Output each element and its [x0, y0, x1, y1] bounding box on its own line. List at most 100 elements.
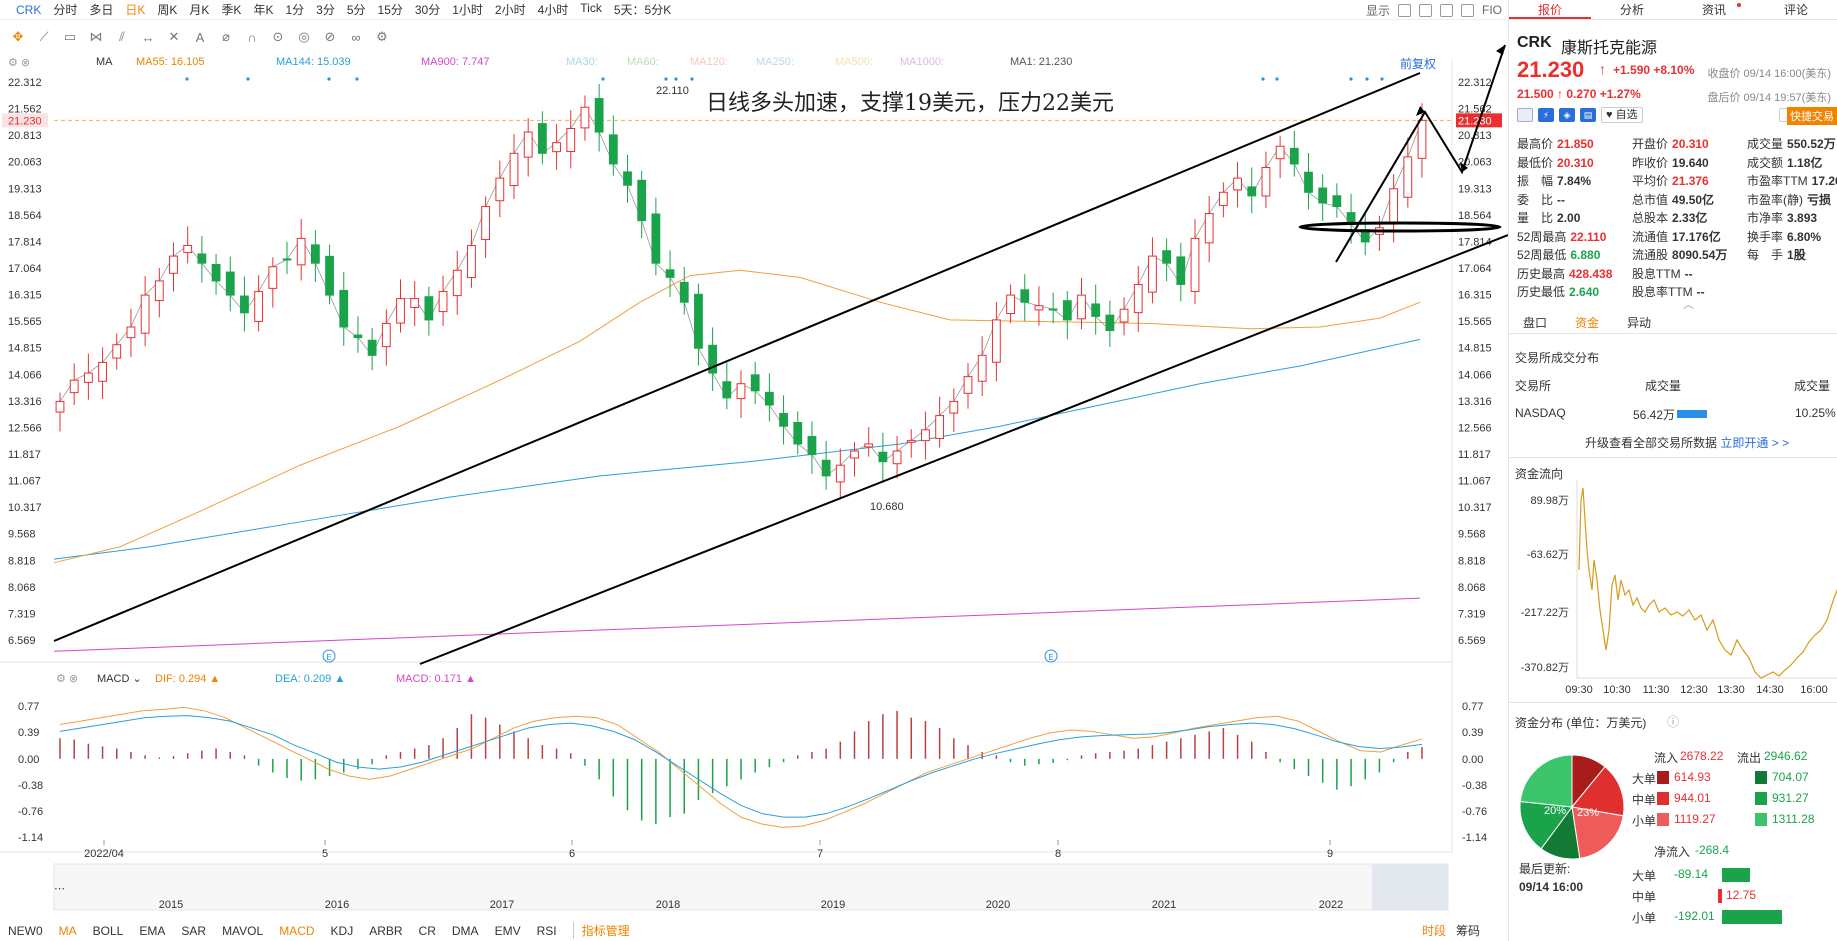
event-dot	[246, 77, 250, 81]
macd-axis-label: 0.77	[18, 701, 39, 713]
measure-tool-icon[interactable]: ✕	[166, 29, 182, 45]
stat-value: --	[1696, 285, 1705, 299]
candle-body	[537, 123, 547, 154]
indicator-tab[interactable]: MACD	[279, 924, 314, 938]
camera-icon[interactable]	[1440, 3, 1453, 17]
lightning-icon[interactable]: ⚡	[1538, 108, 1554, 122]
period-item[interactable]: 5天：5分K	[614, 1, 671, 18]
rect-tool-icon[interactable]: ▭	[62, 29, 78, 45]
price-axis-label: 11.067	[8, 476, 41, 488]
stat-cell: 委 比 --	[1517, 191, 1632, 210]
period-item[interactable]: 2小时	[495, 1, 526, 18]
quick-trade-button[interactable]: 快捷交易	[1787, 107, 1837, 125]
indicator-tab[interactable]: NEW0	[8, 924, 43, 938]
candle-body	[509, 152, 519, 187]
sub-tab[interactable]: 资金	[1561, 312, 1613, 333]
kline-chart[interactable]: 22.312 22.31221.562 21.56220.813 20.81320.0…	[0, 0, 1508, 920]
bottom-right-tab[interactable]: 筹码	[1456, 922, 1480, 939]
link-icon[interactable]: ∞	[348, 29, 364, 45]
period-item[interactable]: 分时	[53, 1, 77, 18]
price-axis-label: 18.564	[1458, 210, 1492, 222]
stat-key: 开盘价	[1632, 137, 1669, 151]
panel-tab[interactable]: 报价	[1509, 0, 1591, 19]
sub-tab[interactable]: 异动	[1613, 312, 1665, 333]
channel-tool-icon[interactable]: ⫽	[114, 29, 130, 45]
bottom-right-tab[interactable]: 时段	[1422, 922, 1446, 939]
indicator-tab[interactable]: RSI	[537, 924, 557, 938]
indicator-tab[interactable]: DMA	[452, 924, 479, 938]
overview-year-label: 2017	[490, 899, 514, 911]
panel-tab[interactable]: 资讯	[1673, 0, 1755, 19]
period-item[interactable]: 1分	[285, 1, 304, 18]
period-item[interactable]: 15分	[378, 1, 403, 18]
period-item[interactable]: 4小时	[538, 1, 569, 18]
period-item[interactable]: 周K	[157, 1, 177, 18]
last-update-time: 09/14 16:00	[1519, 880, 1584, 894]
stat-value: 6.80%	[1787, 229, 1822, 244]
indicator-tab[interactable]: MAVOL	[222, 924, 263, 938]
lock-icon[interactable]: ⊙	[270, 29, 286, 45]
display-menu[interactable]: 显示	[1366, 2, 1390, 19]
stat-cell: 开盘价 20.310	[1632, 135, 1747, 154]
text-tool-icon[interactable]: A	[192, 29, 208, 45]
help-icon[interactable]: ⓘ	[1667, 713, 1679, 730]
period-item[interactable]: 年K	[253, 1, 273, 18]
indicator-tab[interactable]: BOLL	[93, 924, 124, 938]
period-item[interactable]: 日K	[125, 1, 145, 18]
fio-button[interactable]: FIO	[1482, 3, 1502, 17]
expand-chevron-icon[interactable]: ︿	[1683, 296, 1694, 312]
indicator-management-button[interactable]: 指标管理	[572, 922, 630, 939]
layout-icon[interactable]	[1419, 3, 1432, 17]
period-item[interactable]: 月K	[189, 1, 209, 18]
hide-icon[interactable]: ◎	[296, 29, 312, 45]
fullscreen-icon[interactable]	[1461, 3, 1474, 17]
indicator-tab[interactable]: MA	[59, 924, 77, 938]
panel-tab[interactable]: 评论	[1755, 0, 1837, 19]
period-item[interactable]: 5分	[347, 1, 366, 18]
period-item[interactable]: 季K	[221, 1, 241, 18]
settings-icon[interactable]	[1398, 3, 1411, 17]
stat-value: 17.176亿	[1672, 229, 1721, 244]
dist-inflow-value: 944.01	[1674, 791, 1711, 805]
dist-outflow-value: 1311.28	[1772, 812, 1815, 826]
fib-tool-icon[interactable]: ⋈	[88, 29, 104, 45]
sub-tab[interactable]: 盘口	[1509, 312, 1561, 333]
chart-link-icon[interactable]: ▤	[1580, 108, 1596, 122]
indicator-tab[interactable]: EMA	[139, 924, 165, 938]
panel-tab[interactable]: 分析	[1591, 0, 1673, 19]
eraser-icon[interactable]: ⌀	[218, 29, 234, 45]
price-axis-label: 12.566	[1458, 422, 1492, 434]
candle-body	[367, 339, 377, 356]
net-inflow-label: 净流入	[1654, 845, 1691, 859]
indicator-tab[interactable]: EMV	[495, 924, 521, 938]
ma-label: MA	[96, 56, 113, 68]
period-item[interactable]: 1小时	[452, 1, 483, 18]
candle-body	[793, 421, 803, 445]
price-axis-label: 13.316	[1458, 396, 1492, 408]
stat-value: 亏损	[1807, 192, 1832, 207]
candle-body	[921, 429, 930, 442]
settings-small-icon[interactable]: ⚙	[374, 29, 390, 45]
crosshair-icon[interactable]: ✥	[10, 29, 26, 45]
indicator-tab[interactable]: CR	[419, 924, 436, 938]
ma-settings-icon[interactable]: ⚙ ⊗	[8, 56, 30, 69]
option-icon[interactable]: ◈	[1559, 108, 1575, 122]
period-item[interactable]: Tick	[580, 1, 602, 18]
upgrade-link[interactable]: 立即开通 > >	[1720, 436, 1789, 450]
magnet-icon[interactable]: ∩	[244, 29, 260, 45]
period-item[interactable]: 30分	[415, 1, 440, 18]
indicator-tab[interactable]: ARBR	[369, 924, 402, 938]
period-item[interactable]: 3分	[316, 1, 335, 18]
current-price-label: 21.230	[8, 115, 42, 127]
indicator-tab[interactable]: KDJ	[331, 924, 354, 938]
symbol-label[interactable]: CRK	[16, 3, 41, 17]
period-item[interactable]: 多日	[89, 1, 113, 18]
more-icon[interactable]: ⋯	[1675, 197, 1686, 210]
delete-icon[interactable]: ⊘	[322, 29, 338, 45]
arrow-tool-icon[interactable]: ↔	[140, 29, 156, 45]
overview-track	[53, 863, 1449, 911]
indicator-tab[interactable]: SAR	[181, 924, 206, 938]
adjust-mode[interactable]: 前复权	[1400, 55, 1436, 72]
add-favorite-button[interactable]: ♥ 自选	[1601, 107, 1643, 123]
line-tool-icon[interactable]: ⟋	[36, 29, 52, 45]
